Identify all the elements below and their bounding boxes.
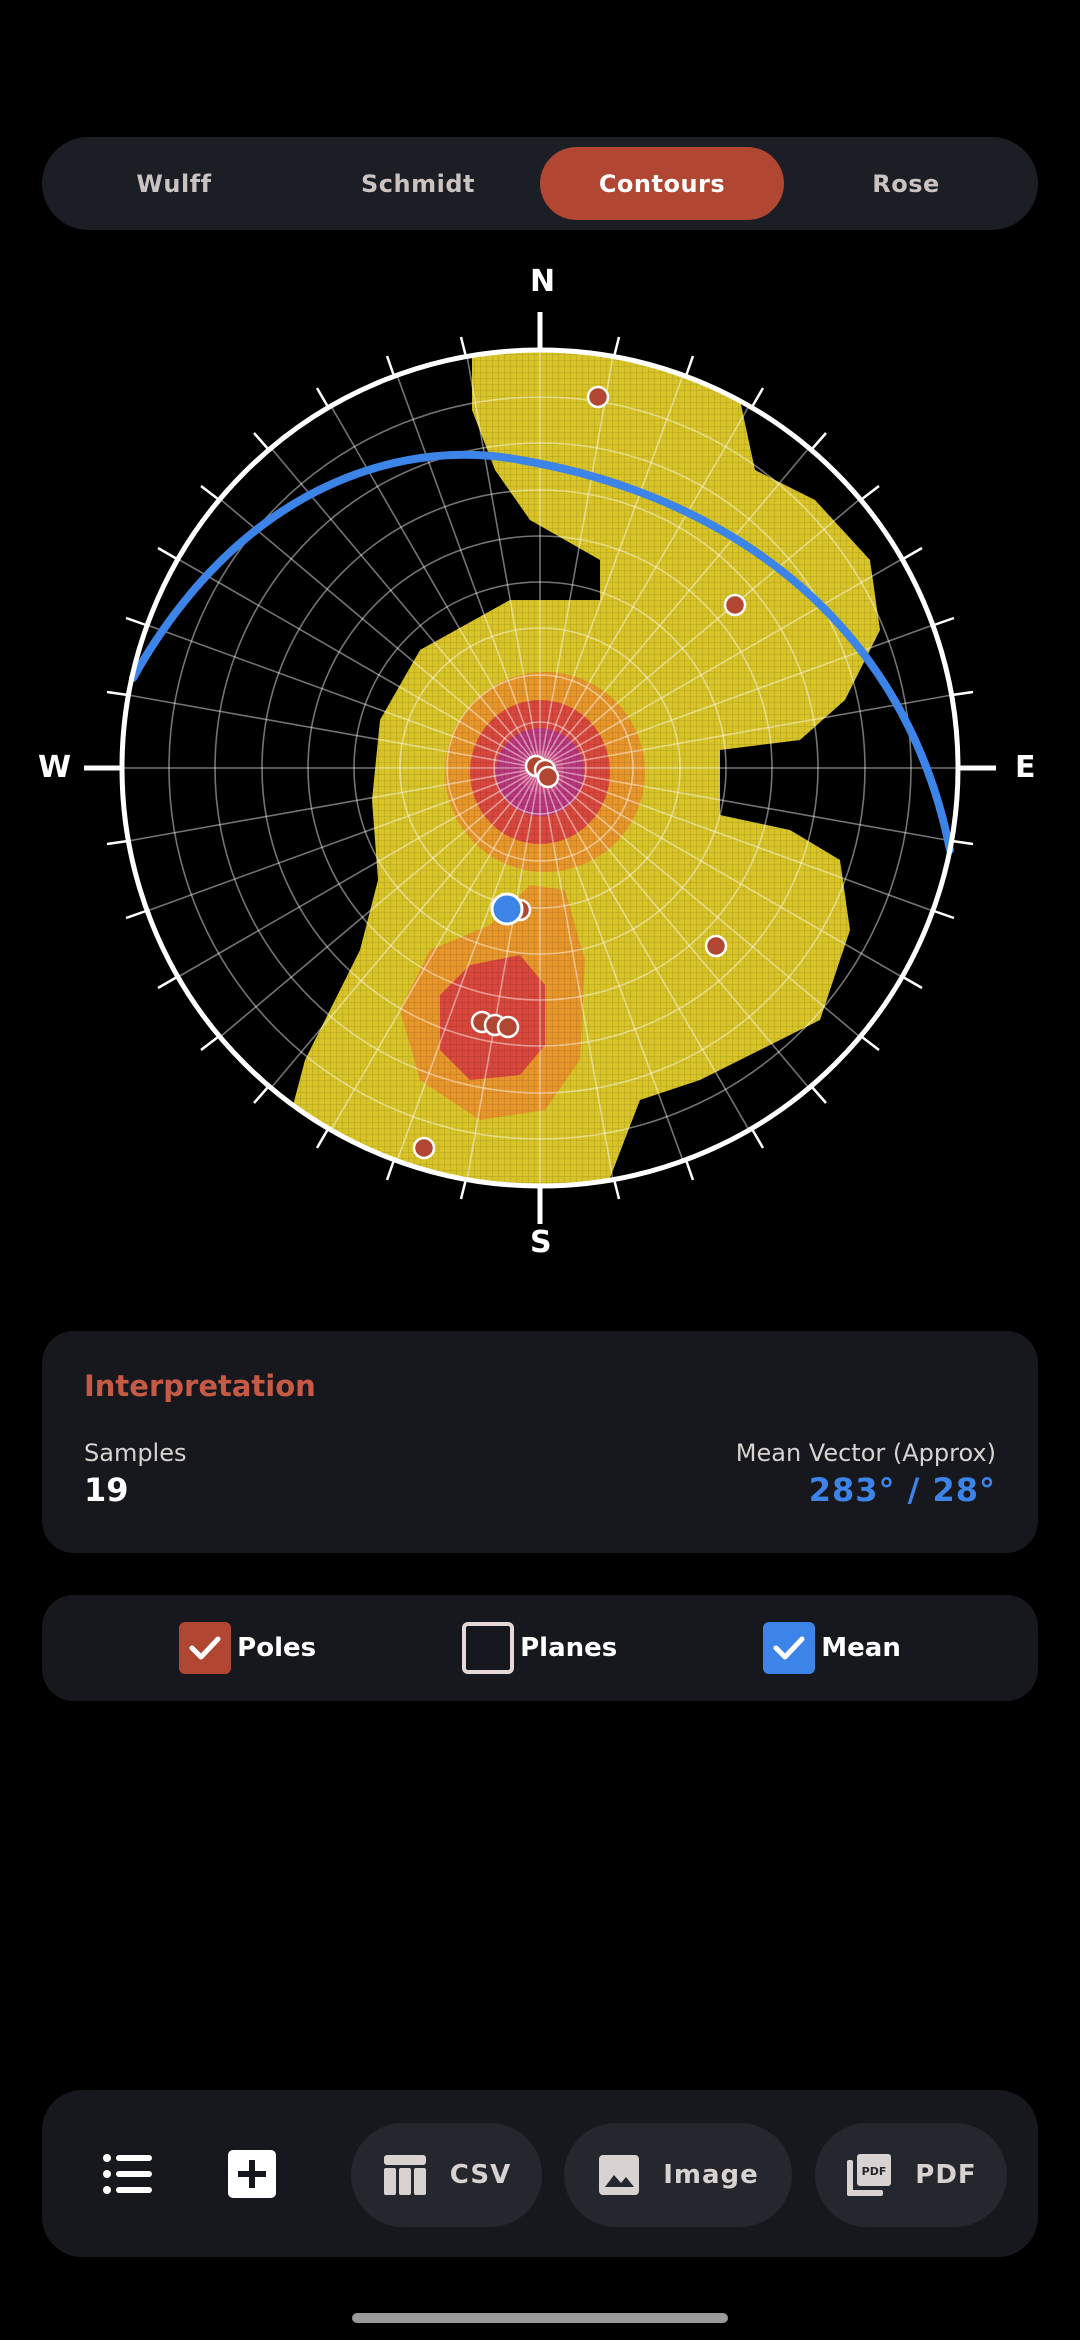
tab-wulff[interactable]: Wulff — [52, 147, 296, 220]
pole-point — [412, 1136, 436, 1160]
tab-rose[interactable]: Rose — [784, 147, 1028, 220]
samples-label: Samples — [84, 1439, 187, 1467]
home-indicator[interactable] — [352, 2313, 728, 2323]
stereonet-screen: Wulff Schmidt Contours Rose N S W E Inte… — [0, 0, 1080, 2340]
export-image-button[interactable]: Image — [564, 2123, 792, 2227]
csv-label: CSV — [449, 2160, 512, 2190]
image-icon — [599, 2155, 640, 2195]
interpretation-stats: Samples 19 Mean Vector (Approx) 283° / 2… — [84, 1439, 996, 1509]
pole-point — [496, 1015, 520, 1039]
mean-vector-label: Mean Vector (Approx) — [735, 1439, 996, 1467]
mean-label: Mean — [821, 1633, 901, 1663]
toggle-planes[interactable]: Planes — [462, 1622, 617, 1674]
mean-vector-value: 283° / 28° — [808, 1471, 996, 1509]
check-icon — [189, 1636, 221, 1660]
check-icon — [773, 1636, 805, 1660]
samples-stat: Samples 19 — [84, 1439, 187, 1509]
interpretation-card: Interpretation Samples 19 Mean Vector (A… — [42, 1331, 1038, 1553]
list-button[interactable] — [98, 2144, 158, 2204]
poles-label: Poles — [237, 1633, 317, 1663]
export-pdf-button[interactable]: PDF PDF — [815, 2123, 1007, 2227]
mean-vector-stat: Mean Vector (Approx) 283° / 28° — [736, 1439, 996, 1509]
list-icon — [103, 2154, 152, 2194]
pdf-label: PDF — [915, 2160, 977, 2190]
toggle-poles[interactable]: Poles — [179, 1622, 316, 1674]
bottom-toolbar: CSV Image PDF PDF — [42, 2090, 1038, 2257]
direction-east: E — [1015, 750, 1036, 785]
tab-contours[interactable]: Contours — [540, 147, 784, 220]
pole-point — [704, 934, 728, 958]
stereonet-svg — [84, 312, 996, 1224]
table-icon — [383, 2155, 426, 2195]
planes-label: Planes — [520, 1633, 618, 1663]
add-button[interactable] — [225, 2147, 279, 2201]
mean-checkbox[interactable] — [763, 1622, 816, 1674]
tab-schmidt[interactable]: Schmidt — [296, 147, 540, 220]
projection-tabs: Wulff Schmidt Contours Rose — [42, 137, 1038, 230]
planes-checkbox[interactable] — [462, 1622, 515, 1674]
mean-vector-point — [490, 892, 524, 926]
interpretation-title: Interpretation — [84, 1369, 316, 1403]
pole-point — [723, 593, 747, 617]
direction-south: S — [530, 1225, 552, 1260]
add-box-icon — [228, 2150, 276, 2198]
pole-point — [586, 385, 610, 409]
stereonet-plot[interactable]: N S W E — [0, 250, 1080, 1270]
image-label: Image — [663, 2160, 759, 2190]
poles-checkbox[interactable] — [179, 1622, 232, 1674]
toggle-mean[interactable]: Mean — [763, 1622, 901, 1674]
direction-north: N — [530, 264, 556, 299]
pdf-icon: PDF — [847, 2154, 892, 2196]
direction-west: W — [38, 750, 72, 785]
svg-text:PDF: PDF — [862, 2165, 887, 2178]
layer-toggles: Poles Planes Mean — [42, 1595, 1038, 1701]
pole-point — [536, 765, 560, 789]
samples-value: 19 — [84, 1471, 129, 1509]
export-csv-button[interactable]: CSV — [351, 2123, 542, 2227]
